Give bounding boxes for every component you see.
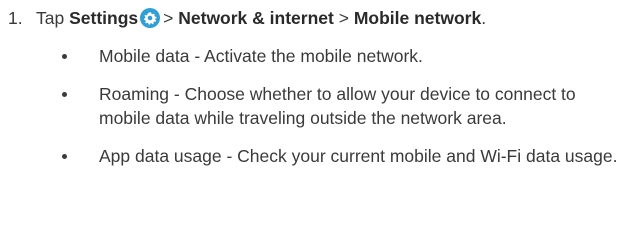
list-item-text: Roaming - Choose whether to allow your d… xyxy=(99,84,576,128)
list-item: Roaming - Choose whether to allow your d… xyxy=(0,82,630,130)
network-internet-label: Network & internet xyxy=(178,8,334,28)
mobile-network-label: Mobile network xyxy=(353,8,482,28)
list-item: Mobile data - Activate the mobile networ… xyxy=(0,44,630,68)
bullet-icon xyxy=(62,92,67,97)
step-line: 1. Tap Settings > Network & internet > Mob… xyxy=(0,6,486,30)
list-item-text: Mobile data - Activate the mobile networ… xyxy=(99,46,423,66)
step-prefix: Tap xyxy=(36,8,65,28)
settings-gear-icon xyxy=(140,8,161,28)
step-number: 1. xyxy=(8,8,23,28)
step-end: . xyxy=(481,8,487,28)
list-item-text: App data usage - Check your current mobi… xyxy=(99,146,618,166)
separator: > xyxy=(163,8,174,28)
list-item: App data usage - Check your current mobi… xyxy=(0,144,630,168)
bullet-list: Mobile data - Activate the mobile networ… xyxy=(0,44,630,182)
bullet-icon xyxy=(62,54,67,59)
bullet-icon xyxy=(62,154,67,159)
separator: > xyxy=(338,8,349,28)
settings-label: Settings xyxy=(69,8,139,28)
